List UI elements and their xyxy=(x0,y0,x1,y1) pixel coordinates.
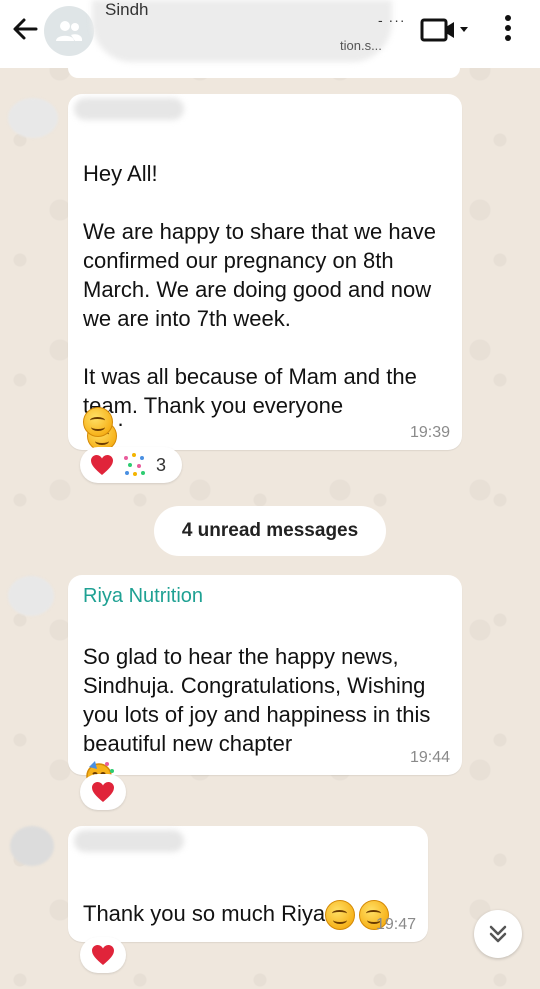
message-text: Hey All! We are happy to share that we h… xyxy=(83,130,453,452)
heart-icon xyxy=(91,455,113,475)
confetti-icon xyxy=(124,453,145,476)
message-bubble[interactable]: Riya Nutrition So glad to hear the happy… xyxy=(68,575,462,789)
reaction-count: 3 xyxy=(156,454,167,475)
message-tail-text: . xyxy=(117,406,124,431)
message-body: So glad to hear the happy news, Sindhuja… xyxy=(83,644,431,756)
smiling-face-icon xyxy=(325,900,356,931)
dropdown-icon xyxy=(460,27,468,32)
smiling-face-icon xyxy=(83,406,113,437)
group-avatar[interactable] xyxy=(44,6,94,56)
message-time: 19:39 xyxy=(409,424,450,441)
scroll-to-bottom-button[interactable] xyxy=(474,910,522,958)
chat-header: Sindh - ··· tion.s... xyxy=(0,0,540,68)
message-text: Thank you so much Riya xyxy=(83,870,423,931)
message-bubble[interactable]: Thank you so much Riya 19:47 xyxy=(68,826,428,942)
reaction-bar[interactable] xyxy=(80,774,126,810)
message-body: Hey All! We are happy to share that we h… xyxy=(83,161,437,418)
chat-title[interactable]: Sindh xyxy=(105,0,148,20)
sender-avatar[interactable] xyxy=(8,576,54,616)
sender-avatar[interactable] xyxy=(10,826,54,866)
title-ellipsis: - ··· xyxy=(378,12,406,28)
redacted-sender-name xyxy=(74,98,184,120)
group-avatar-icon xyxy=(56,21,83,41)
more-vert-icon[interactable] xyxy=(496,12,520,46)
double-chevron-down-icon xyxy=(489,925,507,943)
heart-icon xyxy=(92,782,114,802)
back-arrow-icon[interactable] xyxy=(10,14,40,44)
unread-messages-divider: 4 unread messages xyxy=(154,506,386,556)
sender-avatar[interactable] xyxy=(8,98,58,138)
message-time: 19:44 xyxy=(409,749,450,766)
message-bubble[interactable]: Hey All! We are happy to share that we h… xyxy=(68,94,462,452)
heart-icon xyxy=(92,945,114,965)
message-tail: . xyxy=(83,404,124,437)
sender-name[interactable]: Riya Nutrition xyxy=(83,585,203,608)
message-text: So glad to hear the happy news, Sindhuja… xyxy=(83,613,433,789)
redacted-sender-name xyxy=(74,830,184,852)
reaction-bar[interactable] xyxy=(80,937,126,973)
video-call-icon[interactable] xyxy=(420,14,474,46)
message-body: Thank you so much Riya xyxy=(83,901,326,926)
chat-subtitle: tion.s... xyxy=(340,38,382,53)
message-time: 19:47 xyxy=(375,916,416,933)
reaction-bar[interactable]: 3 xyxy=(80,447,182,483)
